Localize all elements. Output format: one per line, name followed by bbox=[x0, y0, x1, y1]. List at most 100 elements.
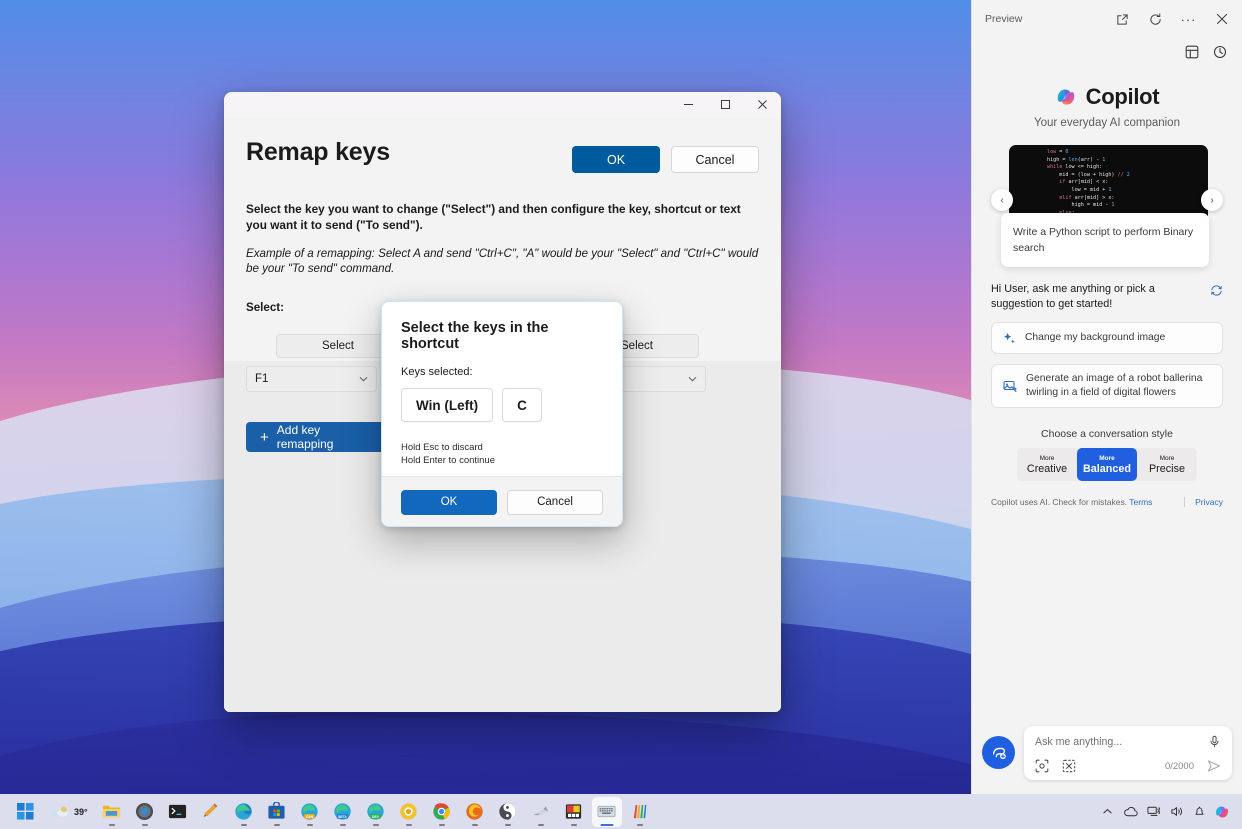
svg-text:CAN: CAN bbox=[306, 815, 314, 819]
page-title: Remap keys bbox=[246, 137, 572, 167]
minimize-button[interactable] bbox=[670, 92, 707, 117]
carousel-next-icon[interactable]: › bbox=[1201, 189, 1223, 211]
footnote-disclaimer: Copilot uses AI. Check for mistakes. bbox=[991, 497, 1127, 507]
taskbar-item-edge-beta[interactable]: BETA bbox=[328, 797, 358, 827]
suggestion-chip-label: Change my background image bbox=[1025, 331, 1165, 345]
copilot-compose-area: 0/2000 bbox=[972, 726, 1242, 794]
remap-cancel-button[interactable]: Cancel bbox=[671, 146, 759, 173]
copilot-greeting-row: Hi User, ask me anything or pick a sugge… bbox=[991, 282, 1223, 312]
open-in-new-icon[interactable] bbox=[1106, 4, 1139, 34]
microphone-icon[interactable] bbox=[1208, 735, 1221, 748]
taskbar-item-powertoys[interactable] bbox=[493, 797, 523, 827]
plus-icon: + bbox=[260, 430, 269, 445]
taskbar-item-paint[interactable] bbox=[625, 797, 655, 827]
style-option-precise[interactable]: More Precise bbox=[1137, 448, 1197, 481]
taskbar-running-indicator bbox=[340, 824, 346, 826]
maximize-button[interactable] bbox=[707, 92, 744, 117]
taskbar-running-indicator bbox=[571, 824, 577, 826]
taskbar-running-indicator bbox=[505, 824, 511, 826]
taskbar-item-color-picker[interactable] bbox=[559, 797, 589, 827]
refresh-suggestions-icon[interactable] bbox=[1210, 282, 1223, 302]
select-shortcut-dialog: Select the keys in the shortcut Keys sel… bbox=[381, 301, 623, 527]
taskbar-item-terminal[interactable] bbox=[163, 797, 193, 827]
privacy-link[interactable]: Privacy bbox=[1195, 497, 1223, 507]
suggestion-chip-background[interactable]: Change my background image bbox=[991, 322, 1223, 354]
copilot-titlebar: Preview ··· bbox=[972, 0, 1242, 38]
carousel-prev-icon[interactable]: ‹ bbox=[991, 189, 1013, 211]
taskbar-running-indicator bbox=[307, 824, 313, 826]
remap-header-row: Remap keys OK Cancel bbox=[246, 117, 759, 173]
taskbar-running-indicator bbox=[406, 824, 412, 826]
select-key-dropdown-left-value: F1 bbox=[255, 373, 359, 385]
tray-chevron-up-icon[interactable] bbox=[1097, 800, 1117, 824]
taskbar-running-indicator bbox=[600, 824, 613, 826]
copilot-input-top-row bbox=[1035, 735, 1221, 748]
terms-link[interactable]: Terms bbox=[1129, 497, 1152, 507]
taskbar-running-indicator bbox=[637, 824, 643, 826]
close-icon[interactable] bbox=[1205, 4, 1238, 34]
dialog-footer: OK Cancel bbox=[382, 476, 622, 527]
taskbar-item-edge-insider[interactable] bbox=[229, 797, 259, 827]
taskbar-item-edge-canary[interactable]: CAN bbox=[295, 797, 325, 827]
copilot-greeting: Hi User, ask me anything or pick a sugge… bbox=[991, 282, 1210, 312]
taskbar-item-keyboard-manager[interactable] bbox=[592, 797, 622, 827]
taskbar-item-settings[interactable] bbox=[130, 797, 160, 827]
network-icon[interactable] bbox=[1143, 800, 1163, 824]
send-icon[interactable] bbox=[1207, 759, 1221, 773]
remap-keys-titlebar bbox=[224, 92, 781, 117]
onedrive-icon[interactable] bbox=[1120, 800, 1140, 824]
history-icon[interactable] bbox=[1208, 40, 1232, 64]
copilot-carousel: low = 0 high = len(arr) - 1 while low <=… bbox=[991, 145, 1223, 258]
copilot-subbar bbox=[972, 38, 1242, 66]
refresh-icon[interactable] bbox=[1139, 4, 1172, 34]
taskbar-items: 39° CAN BETA bbox=[0, 797, 655, 827]
plugins-icon[interactable] bbox=[1180, 40, 1204, 64]
taskbar-item-firefox[interactable] bbox=[460, 797, 490, 827]
notifications-bell-icon[interactable] bbox=[1189, 800, 1209, 824]
taskbar-weather-widget[interactable]: 39° bbox=[43, 803, 94, 820]
dialog-title: Select the keys in the shortcut bbox=[401, 320, 603, 352]
style-option-prefix: More bbox=[1099, 455, 1115, 463]
select-key-dropdown-left[interactable]: F1 bbox=[246, 366, 377, 392]
visual-search-icon[interactable] bbox=[1035, 759, 1049, 773]
taskbar-start-button[interactable] bbox=[10, 797, 40, 827]
conversation-style-group: More Creative More Balanced More Precise bbox=[1017, 448, 1197, 481]
taskbar-system-tray bbox=[1097, 800, 1242, 824]
key-chip: Win (Left) bbox=[401, 388, 493, 422]
taskbar-item-chrome-canary[interactable] bbox=[394, 797, 424, 827]
dialog-ok-button[interactable]: OK bbox=[401, 490, 497, 515]
chevron-down-icon bbox=[688, 375, 697, 384]
keys-selected-label: Keys selected: bbox=[401, 366, 603, 378]
footnote-divider bbox=[1184, 497, 1185, 507]
image-generate-icon bbox=[1003, 379, 1017, 393]
copilot-tray-icon[interactable] bbox=[1212, 800, 1232, 824]
style-option-creative[interactable]: More Creative bbox=[1017, 448, 1077, 481]
screenshot-snip-icon[interactable] bbox=[1062, 759, 1076, 773]
dialog-cancel-button[interactable]: Cancel bbox=[507, 490, 603, 515]
taskbar-item-microsoft-store[interactable] bbox=[262, 797, 292, 827]
windows-taskbar: 39° CAN BETA bbox=[0, 794, 1242, 829]
style-option-label: Precise bbox=[1149, 463, 1185, 475]
taskbar-item-measure-tool[interactable] bbox=[526, 797, 556, 827]
copilot-footnote: Copilot uses AI. Check for mistakes. Ter… bbox=[991, 497, 1223, 507]
volume-icon[interactable] bbox=[1166, 800, 1186, 824]
chevron-down-icon bbox=[359, 375, 368, 384]
taskbar-item-chrome[interactable] bbox=[427, 797, 457, 827]
style-option-balanced[interactable]: More Balanced bbox=[1077, 448, 1137, 481]
taskbar-running-indicator bbox=[472, 824, 478, 826]
add-key-remapping-button[interactable]: + Add key remapping bbox=[246, 422, 394, 452]
ask-me-anything-input[interactable] bbox=[1035, 736, 1208, 748]
taskbar-item-notepad[interactable] bbox=[196, 797, 226, 827]
copilot-panel: Preview ··· bbox=[971, 0, 1242, 794]
weather-temperature: 39° bbox=[74, 807, 88, 817]
remap-description: Select the key you want to change ("Sele… bbox=[246, 201, 759, 233]
taskbar-item-edge-dev[interactable]: DEV bbox=[361, 797, 391, 827]
taskbar-item-file-explorer[interactable] bbox=[97, 797, 127, 827]
remap-ok-button[interactable]: OK bbox=[572, 146, 660, 173]
more-options-icon[interactable]: ··· bbox=[1172, 4, 1205, 34]
suggestion-chip-image[interactable]: Generate an image of a robot ballerina t… bbox=[991, 364, 1223, 408]
svg-text:BETA: BETA bbox=[338, 815, 347, 819]
close-button[interactable] bbox=[744, 92, 781, 117]
copilot-avatar[interactable] bbox=[982, 736, 1015, 769]
copilot-tagline: Your everyday AI companion bbox=[1034, 117, 1180, 129]
